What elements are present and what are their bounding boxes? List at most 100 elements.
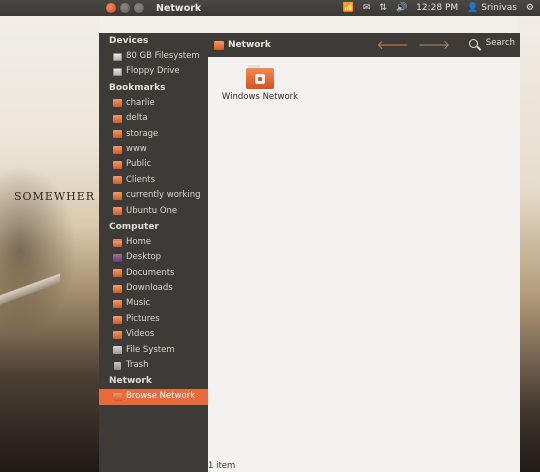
folder-icon xyxy=(113,176,122,185)
window-title: Network xyxy=(156,2,202,14)
sidebar-item-public[interactable]: Public xyxy=(99,157,208,172)
top-panel: Network 📶 ✉ ⇅ 🔊 12:28 PM 👤 Srinivas ⚙ xyxy=(0,0,540,16)
network-icon xyxy=(113,393,122,402)
folder-icon xyxy=(113,330,122,339)
status-bar: 1 item xyxy=(208,460,520,472)
volume-icon[interactable]: 🔊 xyxy=(396,0,407,16)
desktop-wallpaper-right xyxy=(518,0,540,472)
sidebar-item-label: Clients xyxy=(126,174,156,185)
gear-icon[interactable]: ⚙ xyxy=(526,0,534,16)
sidebar-item-home[interactable]: Home xyxy=(99,235,208,250)
sidebar-item-label: 80 GB Filesystem xyxy=(126,51,200,61)
sidebar-item-label: Videos xyxy=(126,329,155,340)
sidebar-section-computer: Computer Home Desktop Documents Download… xyxy=(99,219,208,374)
sidebar-item-desktop[interactable]: Desktop xyxy=(99,250,208,265)
sidebar-item-label: delta xyxy=(126,113,148,124)
network-wireless-icon[interactable]: 📶 xyxy=(343,0,354,16)
sidebar-item-trash[interactable]: Trash xyxy=(99,358,208,373)
folder-icon xyxy=(113,161,122,170)
folder-icon xyxy=(113,145,122,154)
sidebar-section-devices: Devices 80 GB Filesystem Floppy Drive xyxy=(99,33,208,80)
network-folder-icon xyxy=(246,65,274,89)
drive-icon xyxy=(113,52,122,61)
folder-icon xyxy=(113,130,122,139)
desktop-icon xyxy=(113,253,122,262)
sidebar-item-label: Trash xyxy=(126,360,149,371)
user-icon: 👤 xyxy=(467,3,479,13)
transfer-arrows-icon[interactable]: ⇅ xyxy=(379,0,387,16)
sidebar-item-delta[interactable]: delta xyxy=(99,111,208,126)
file-manager-window: Devices 80 GB Filesystem Floppy Drive Bo… xyxy=(99,33,520,472)
search-icon xyxy=(468,38,478,48)
home-icon xyxy=(113,238,122,247)
mail-icon[interactable]: ✉ xyxy=(363,0,371,16)
sidebar-item-www[interactable]: www xyxy=(99,142,208,157)
file-item-label: Windows Network xyxy=(221,92,299,102)
indicator-area: 📶 ✉ ⇅ 🔊 12:28 PM 👤 Srinivas ⚙ xyxy=(343,0,534,16)
section-header: Devices xyxy=(109,36,149,46)
minimize-button[interactable] xyxy=(120,3,130,13)
folder-icon xyxy=(113,99,122,108)
window-controls: Network xyxy=(100,0,201,16)
sidebar-item-videos[interactable]: Videos xyxy=(99,327,208,342)
network-icon xyxy=(214,40,224,50)
sidebar-item-label: Music xyxy=(126,298,151,309)
sidebar-section-network: Network Browse Network xyxy=(99,373,208,405)
file-item-windows-network[interactable]: Windows Network xyxy=(220,65,300,102)
trash-icon xyxy=(114,361,121,370)
file-view: Windows Network xyxy=(208,57,520,472)
sidebar-item-label: Public xyxy=(126,159,152,170)
sidebar-item-currently-working[interactable]: currently working xyxy=(99,188,208,203)
sidebar-item-label: File System xyxy=(126,344,175,355)
sidebar-item-downloads[interactable]: Downloads xyxy=(99,281,208,296)
folder-icon xyxy=(113,300,122,309)
user-name: Srinivas xyxy=(481,3,517,13)
sidebar-item-charlie[interactable]: charlie xyxy=(99,96,208,111)
user-menu[interactable]: 👤 Srinivas xyxy=(467,0,517,16)
sidebar-item-label: storage xyxy=(126,128,159,139)
sidebar-item-ubuntu-one[interactable]: Ubuntu One xyxy=(99,204,208,219)
sidebar-item-file-system[interactable]: File System xyxy=(99,343,208,358)
sidebar-item-label: charlie xyxy=(126,97,155,108)
sidebar: Devices 80 GB Filesystem Floppy Drive Bo… xyxy=(99,33,208,472)
folder-icon xyxy=(113,207,122,216)
sidebar-item-floppy-drive[interactable]: Floppy Drive xyxy=(99,64,208,79)
folder-icon xyxy=(113,114,122,123)
close-button[interactable] xyxy=(106,3,116,13)
folder-icon xyxy=(113,315,122,324)
navigation-buttons: 🡐 🡒 xyxy=(377,38,450,52)
sidebar-item-label: Floppy Drive xyxy=(126,66,180,77)
sidebar-item-label: Browse Network xyxy=(126,391,196,402)
sidebar-item-documents[interactable]: Documents xyxy=(99,266,208,281)
forward-arrow-icon[interactable]: 🡒 xyxy=(418,38,450,52)
sidebar-item-pictures[interactable]: Pictures xyxy=(99,312,208,327)
sidebar-item-label: Home xyxy=(126,236,152,247)
sidebar-item-label: Desktop xyxy=(126,252,162,263)
folder-icon xyxy=(113,191,122,200)
sidebar-item-80gb-filesystem[interactable]: 80 GB Filesystem xyxy=(99,49,208,64)
location-button[interactable]: Network xyxy=(214,40,271,50)
sidebar-item-storage[interactable]: storage xyxy=(99,127,208,142)
sidebar-item-clients[interactable]: Clients xyxy=(99,173,208,188)
section-header: Computer xyxy=(109,221,159,232)
search-button[interactable]: Search xyxy=(468,38,515,48)
sidebar-item-label: Pictures xyxy=(126,313,160,324)
sidebar-item-label: Downloads xyxy=(126,283,173,294)
wallpaper-detail xyxy=(0,270,60,310)
back-arrow-icon[interactable]: 🡐 xyxy=(377,38,409,52)
desktop-wallpaper xyxy=(0,0,100,472)
maximize-button[interactable] xyxy=(134,3,144,13)
sidebar-section-bookmarks: Bookmarks charlie delta storage www Publ… xyxy=(99,80,208,219)
clock[interactable]: 12:28 PM xyxy=(416,0,458,16)
filesystem-icon xyxy=(113,346,122,355)
search-label: Search xyxy=(485,38,515,48)
sidebar-item-music[interactable]: Music xyxy=(99,296,208,311)
sidebar-item-label: Documents xyxy=(126,267,175,278)
sidebar-item-label: Ubuntu One xyxy=(126,205,178,216)
location-label: Network xyxy=(228,40,271,50)
sidebar-item-browse-network[interactable]: Browse Network xyxy=(99,389,208,405)
section-header: Network xyxy=(109,376,152,387)
folder-icon xyxy=(113,269,122,278)
section-header: Bookmarks xyxy=(109,82,166,93)
drive-icon xyxy=(113,68,122,77)
